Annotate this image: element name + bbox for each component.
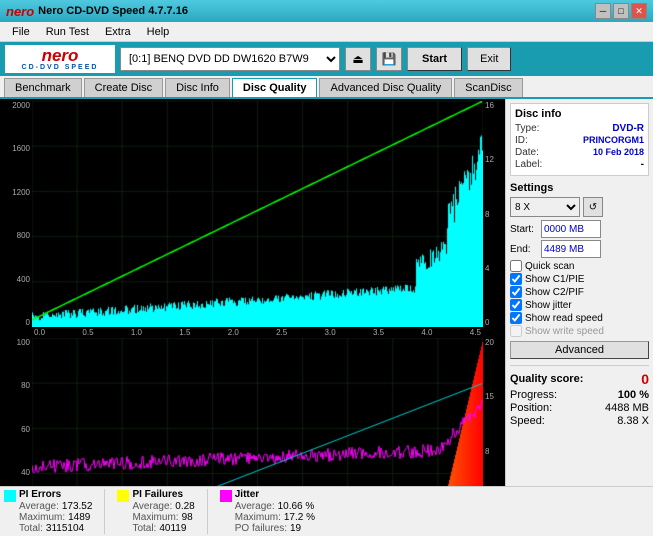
eject-button[interactable]: ⏏ [345,47,371,71]
pi-errors-group: PI Errors Average: 173.52 Maximum: 1489 … [4,489,92,534]
upper-x-axis: 0.00.51.01.52.02.53.03.54.04.5 [32,327,483,338]
tab-discquality[interactable]: Disc Quality [232,78,318,97]
titlebar: nero Nero CD-DVD Speed 4.7.7.16 ─ □ ✕ [0,0,653,22]
upper-y-right: 16 12 8 4 0 [483,101,503,327]
logo-subtext: CD-DVD SPEED [22,64,99,71]
show-c2pif-checkbox[interactable] [510,286,522,298]
upper-y-left: 2000 1600 1200 800 400 0 [2,101,32,327]
divider-2 [207,489,208,534]
show-jitter-row: Show jitter [510,299,649,311]
show-writespeed-row: Show write speed [510,325,649,337]
save-button[interactable]: 💾 [376,47,402,71]
pi-errors-content: PI Errors Average: 173.52 Maximum: 1489 … [19,489,92,534]
show-c2pif-row: Show C2/PIF [510,286,649,298]
show-readspeed-checkbox[interactable] [510,312,522,324]
start-input[interactable] [541,220,601,238]
pi-errors-total: Total: 3115104 [19,523,92,534]
toolbar: nero CD-DVD SPEED [0:1] BENQ DVD DD DW16… [0,42,653,76]
speed-row-quality: Speed: 8.38 X [510,415,649,427]
main-container: nero CD-DVD SPEED [0:1] BENQ DVD DD DW16… [0,42,653,536]
settings-title: Settings [510,182,649,194]
minimize-button[interactable]: ─ [595,3,611,19]
disc-id-row: ID: PRINCORGM1 [515,135,644,146]
show-jitter-checkbox[interactable] [510,299,522,311]
lower-y-left: 100 80 60 40 20 0 [2,338,32,486]
start-button[interactable]: Start [407,47,462,71]
upper-chart-container: 2000 1600 1200 800 400 0 16 12 8 4 0 [2,101,503,338]
menu-file[interactable]: File [4,24,38,40]
divider-1 [104,489,105,534]
upper-chart-canvas [32,101,483,327]
maximize-button[interactable]: □ [613,3,629,19]
position-row: Position: 4488 MB [510,402,649,414]
speed-select[interactable]: 8 X [510,197,580,217]
disc-date-row: Date: 10 Feb 2018 [515,147,644,158]
pi-failures-group: PI Failures Average: 0.28 Maximum: 98 To… [117,489,194,534]
logo-area: nero CD-DVD SPEED [5,45,115,73]
pi-failures-content: PI Failures Average: 0.28 Maximum: 98 To… [132,489,194,534]
jitter-max: Maximum: 17.2 % [235,512,315,523]
pi-failures-color [117,490,129,502]
show-readspeed-row: Show read speed [510,312,649,324]
pi-failures-max: Maximum: 98 [132,512,194,523]
stats-bar: PI Errors Average: 173.52 Maximum: 1489 … [0,486,653,536]
chart-area: 2000 1600 1200 800 400 0 16 12 8 4 0 [0,99,505,486]
quality-score-row: Quality score: 0 [510,369,649,389]
disc-info-panel: Disc info Type: DVD-R ID: PRINCORGM1 Dat… [510,103,649,176]
disc-label-row: Label: - [515,159,644,170]
quickscan-row: Quick scan [510,260,649,272]
quickscan-checkbox[interactable] [510,260,522,272]
lower-y-right: 20 15 8 4 0 [483,338,503,486]
show-c1pie-checkbox[interactable] [510,273,522,285]
menu-extra[interactable]: Extra [97,24,139,40]
progress-row: Progress: 100 % [510,389,649,401]
right-panel: Disc info Type: DVD-R ID: PRINCORGM1 Dat… [505,99,653,486]
jitter-po: PO failures: 19 [235,523,315,534]
drive-select[interactable]: [0:1] BENQ DVD DD DW1620 B7W9 [120,47,340,71]
pi-errors-color [4,490,16,502]
refresh-button[interactable]: ↺ [583,197,603,217]
lower-chart-row: 100 80 60 40 20 0 20 15 8 4 0 [2,338,503,486]
upper-chart-row: 2000 1600 1200 800 400 0 16 12 8 4 0 [2,101,503,327]
tab-createdisc[interactable]: Create Disc [84,78,163,97]
exit-button[interactable]: Exit [467,47,511,71]
pi-errors-avg: Average: 173.52 [19,501,92,512]
titlebar-controls: ─ □ ✕ [595,3,647,19]
jitter-content: Jitter Average: 10.66 % Maximum: 17.2 % … [235,489,315,534]
content-area: 2000 1600 1200 800 400 0 16 12 8 4 0 [0,99,653,486]
menubar: File Run Test Extra Help [0,22,653,42]
end-input[interactable] [541,240,601,258]
lower-chart-canvas [32,338,483,486]
tab-scandisc[interactable]: ScanDisc [454,78,522,97]
menu-runtest[interactable]: Run Test [38,24,97,40]
jitter-color [220,490,232,502]
jitter-group: Jitter Average: 10.66 % Maximum: 17.2 % … [220,489,315,534]
end-mb-row: End: [510,240,649,258]
tab-bar: Benchmark Create Disc Disc Info Disc Qua… [0,76,653,99]
pi-failures-avg: Average: 0.28 [132,501,194,512]
speed-row: 8 X ↺ [510,197,649,217]
start-mb-row: Start: [510,220,649,238]
lower-chart-container: 100 80 60 40 20 0 20 15 8 4 0 [2,338,503,486]
logo-text: nero [42,47,79,64]
show-c1pie-row: Show C1/PIE [510,273,649,285]
pi-failures-total: Total: 40119 [132,523,194,534]
tab-advanceddiscquality[interactable]: Advanced Disc Quality [319,78,452,97]
jitter-avg: Average: 10.66 % [235,501,315,512]
pi-errors-max: Maximum: 1489 [19,512,92,523]
menu-help[interactable]: Help [139,24,178,40]
quality-panel: Quality score: 0 Progress: 100 % Positio… [510,365,649,428]
tab-benchmark[interactable]: Benchmark [4,78,82,97]
close-button[interactable]: ✕ [631,3,647,19]
disc-type-row: Type: DVD-R [515,123,644,134]
titlebar-title: nero Nero CD-DVD Speed 4.7.7.16 [6,4,188,19]
tab-discinfo[interactable]: Disc Info [165,78,230,97]
settings-panel: Settings 8 X ↺ Start: End: [510,179,649,362]
advanced-button[interactable]: Advanced [510,341,649,359]
show-writespeed-checkbox[interactable] [510,325,522,337]
disc-info-title: Disc info [515,108,644,120]
